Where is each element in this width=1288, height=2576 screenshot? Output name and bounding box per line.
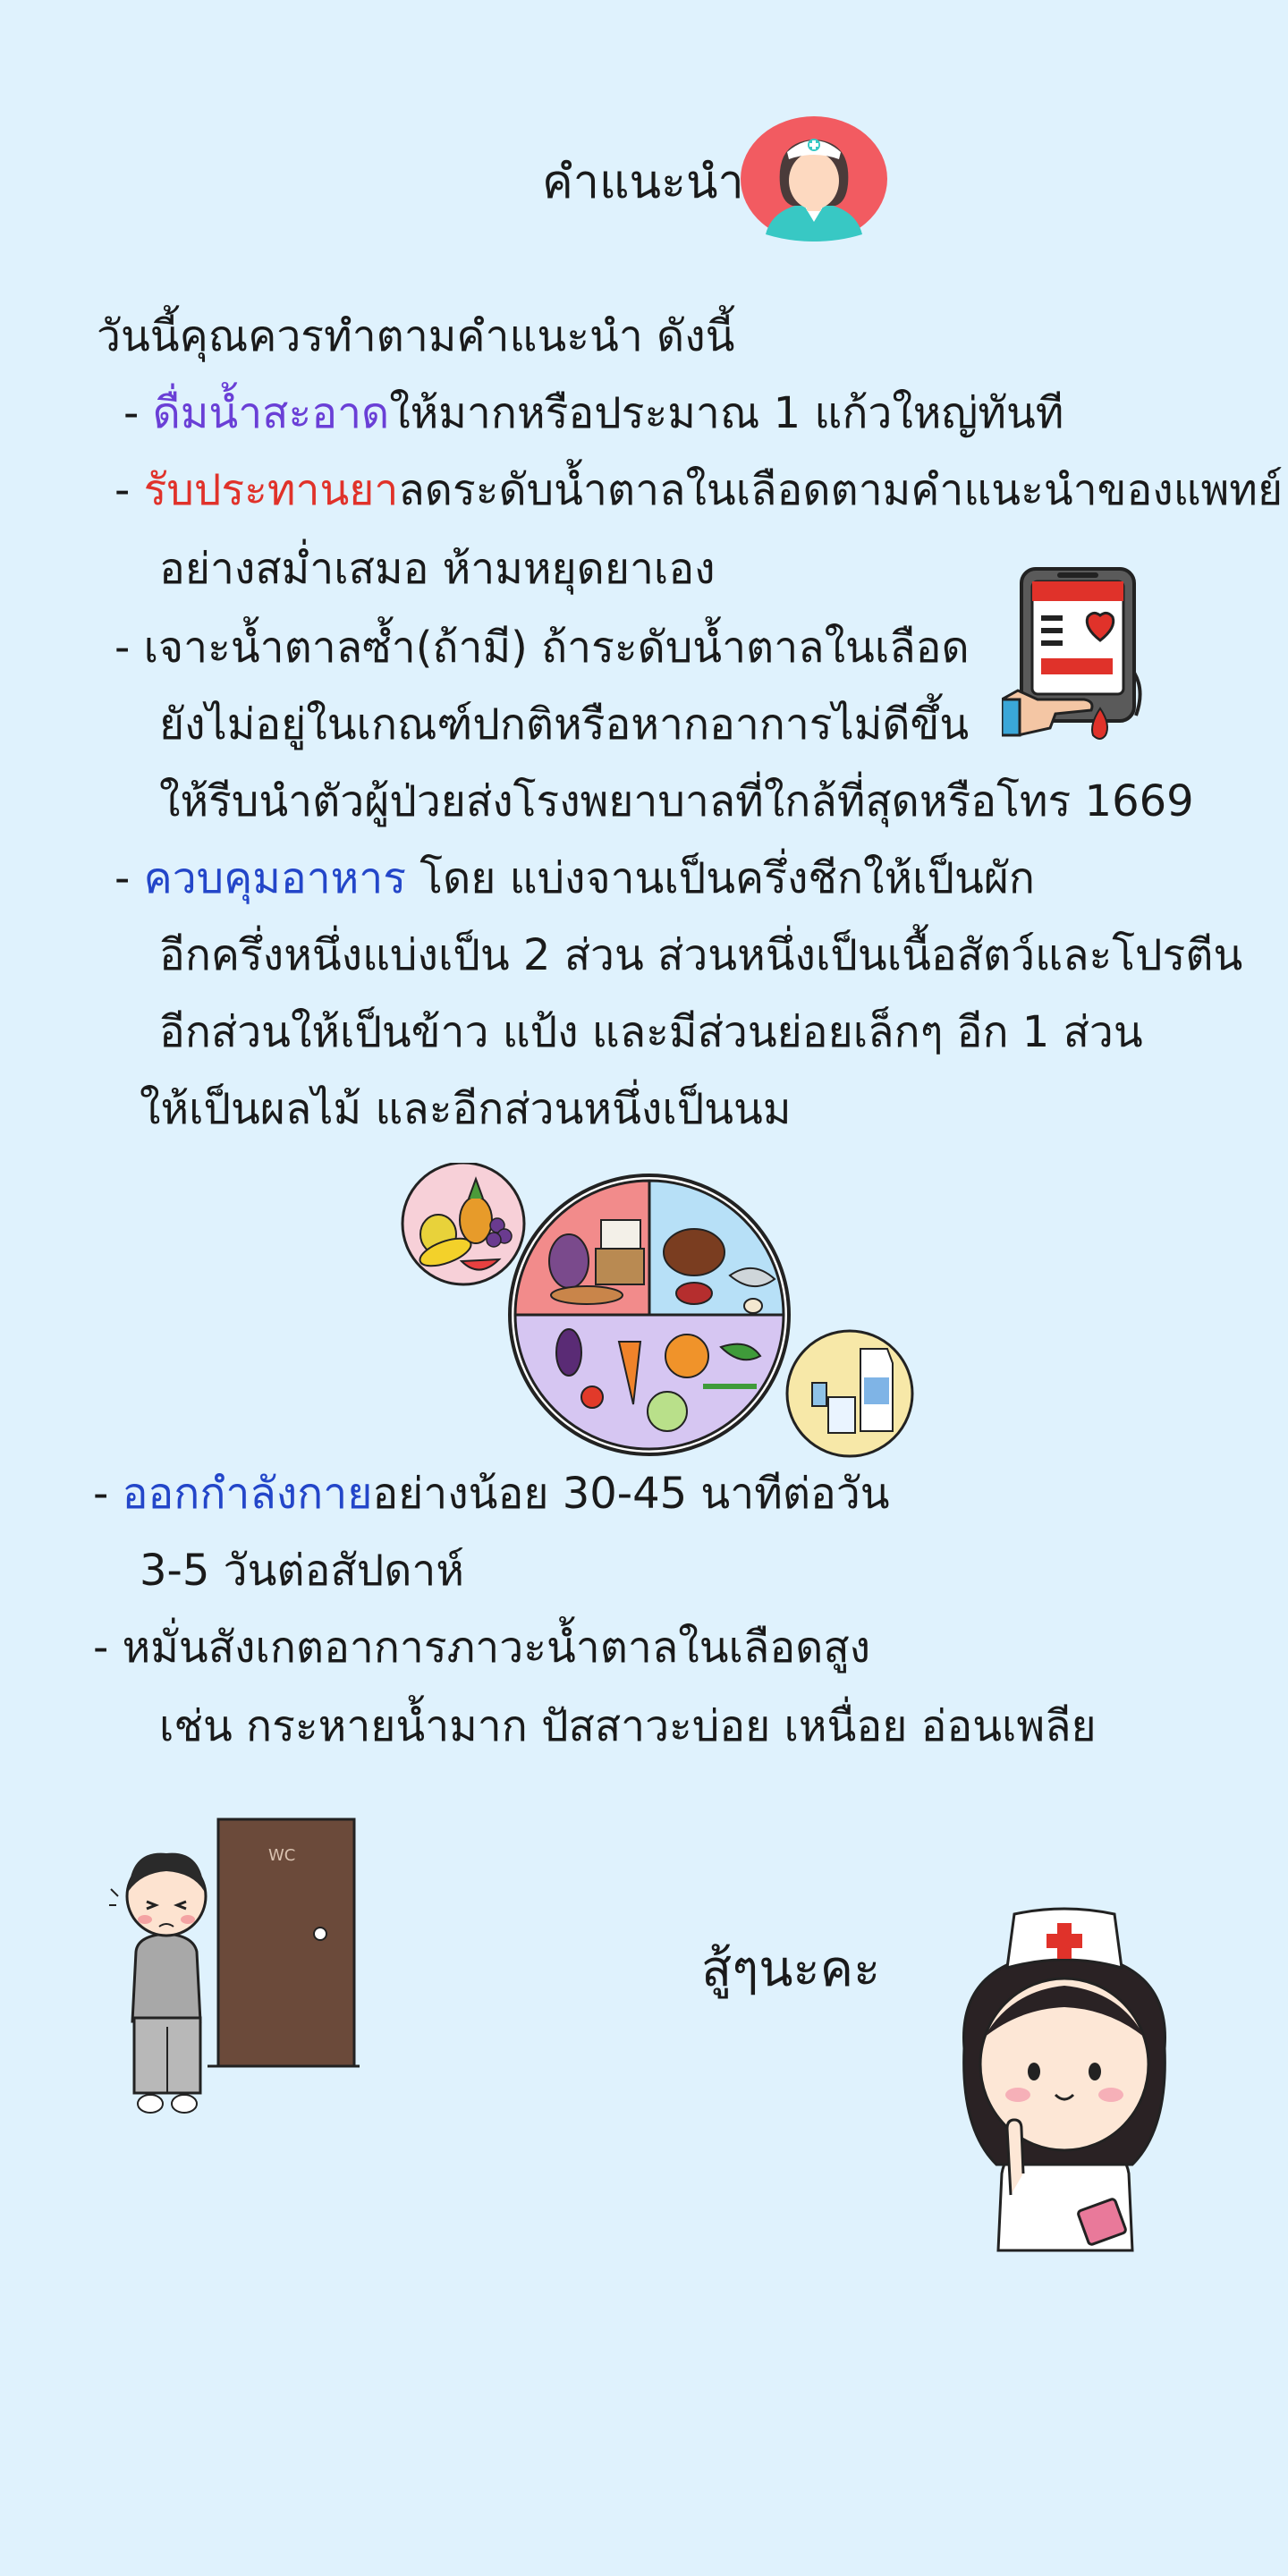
highlight-control-diet: ควบคุมอาหาร	[143, 853, 407, 903]
food-plate-illustration	[508, 1174, 791, 1456]
door-sign: WC	[268, 1846, 295, 1865]
advice-item-exercise: - ออกกำลังกายอย่างน้อย 30-45 นาทีต่อวัน	[93, 1465, 890, 1522]
advice-item-recheck: - เจาะน้ำตาลซ้ำ(ถ้ามี) ถ้าระดับน้ำตาลในเ…	[114, 619, 970, 676]
bullet-dash: -	[114, 623, 131, 673]
advice-text: ให้มากหรือประมาณ 1 แก้วใหญ่ทันที	[389, 388, 1064, 438]
highlight-exercise: ออกกำลังกาย	[122, 1469, 373, 1519]
advice-text: อย่างน้อย 30-45 นาทีต่อวัน	[372, 1469, 890, 1519]
fruit-bowl-illustration	[401, 1163, 526, 1286]
highlight-take-medicine: รับประทานยา	[143, 465, 399, 515]
advice-item-observe: - หมั่นสังเกตอาการภาวะน้ำตาลในเลือดสูง	[93, 1619, 870, 1676]
glucose-meter-icon	[1002, 567, 1142, 740]
advice-text: เจาะน้ำตาลซ้ำ(ถ้ามี) ถ้าระดับน้ำตาลในเลื…	[143, 623, 970, 673]
bullet-dash: -	[114, 853, 131, 903]
advice-continuation: ให้รีบนำตัวผู้ป่วยส่งโรงพยาบาลที่ใกล้ที่…	[159, 776, 1194, 826]
advice-item-medicine: - รับประทานยาลดระดับน้ำตาลในเลือดตามคำแน…	[114, 462, 1283, 519]
advice-continuation: อีกส่วนให้เป็นข้าว แป้ง และมีส่วนย่อยเล็…	[159, 1007, 1143, 1057]
boy-waiting-toilet-illustration: WC	[109, 1818, 360, 2114]
healthy-plate-illustration	[401, 1163, 914, 1458]
bullet-dash: -	[114, 465, 131, 515]
advice-continuation: ให้เป็นผลไม้ และอีกส่วนหนึ่งเป็นนม	[140, 1084, 792, 1134]
bullet-dash: -	[93, 1469, 109, 1519]
page-title: คำแนะนำ	[542, 156, 744, 209]
nurse-avatar-icon	[741, 116, 887, 242]
advice-item-water: - ดื่มน้ำสะอาดให้มากหรือประมาณ 1 แก้วใหญ…	[123, 385, 1063, 442]
cheer-text: สู้ๆนะคะ	[701, 1940, 881, 1998]
highlight-drink-water: ดื่มน้ำสะอาด	[152, 388, 390, 438]
advice-continuation: อีกครึ่งหนึ่งแบ่งเป็น 2 ส่วน ส่วนหนึ่งเป…	[159, 930, 1243, 980]
advice-text: ลดระดับน้ำตาลในเลือดตามคำแนะนำของแพทย์	[398, 465, 1284, 515]
advice-continuation: อย่างสม่ำเสมอ ห้ามหยุดยาเอง	[159, 544, 716, 594]
advice-item-diet: - ควบคุมอาหาร โดย แบ่งจานเป็นครึ่งชีกให้…	[114, 850, 1035, 907]
advice-text: โดย แบ่งจานเป็นครึ่งชีกให้เป็นผัก	[406, 853, 1035, 903]
advice-continuation: ยังไม่อยู่ในเกณฑ์ปกติหรือหากอาการไม่ดีขึ…	[159, 699, 970, 750]
advice-text: หมั่นสังเกตอาการภาวะน้ำตาลในเลือดสูง	[122, 1623, 871, 1673]
advice-continuation: 3-5 วันต่อสัปดาห์	[140, 1546, 464, 1596]
milk-illustration	[785, 1329, 914, 1458]
bullet-dash: -	[93, 1623, 109, 1673]
intro-text: วันนี้คุณควรทำตามคำแนะนำ ดังนี้	[97, 311, 735, 361]
nurse-cartoon-illustration	[962, 1907, 1166, 2252]
bullet-dash: -	[123, 388, 140, 438]
advice-continuation: เช่น กระหายน้ำมาก ปัสสาวะบ่อย เหนื่อย อ่…	[159, 1701, 1097, 1751]
